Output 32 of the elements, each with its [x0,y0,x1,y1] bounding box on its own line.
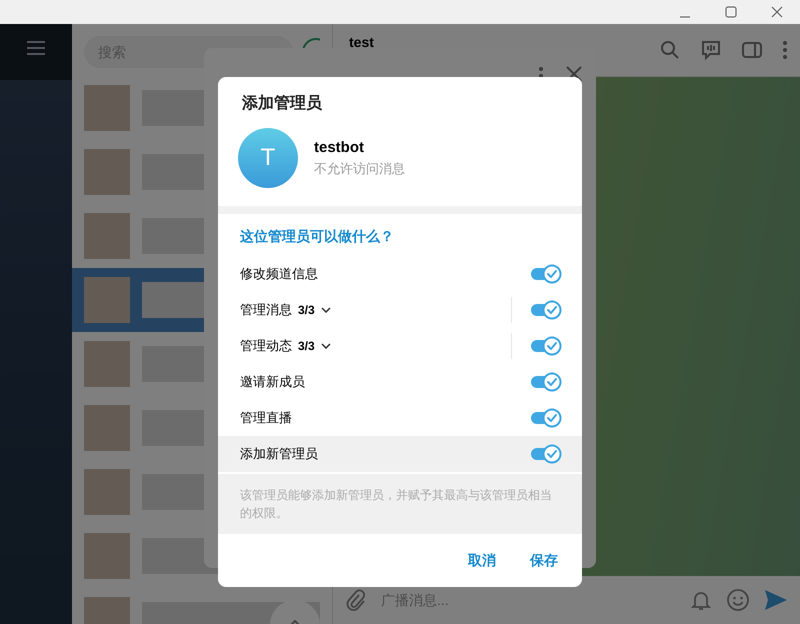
dialog-title: 添加管理员 [241,94,323,114]
cancel-button[interactable]: 取消 [458,544,506,578]
close-icon[interactable] [566,66,582,82]
toggle-switch[interactable] [530,336,562,356]
section-title: 这位管理员可以做什么？ [239,227,395,246]
permission-label: 修改频道信息 [240,265,318,283]
toggle-switch[interactable] [530,372,562,392]
permission-label: 管理直播 [240,409,292,427]
user-status: 不允许访问消息 [314,160,405,178]
toggle-switch[interactable] [530,264,562,284]
chevron-down-icon [320,343,331,349]
permission-group-toggle[interactable]: 管理消息 3/3 [240,301,331,319]
sidebar-icon[interactable] [742,41,762,59]
toggle-switch[interactable] [530,300,562,320]
toggle-switch[interactable] [530,408,562,428]
avatar: T [238,128,298,188]
search-icon[interactable] [660,40,680,60]
chevron-down-icon [320,307,331,313]
send-icon[interactable] [764,589,788,611]
permission-group-toggle[interactable]: 管理动态 3/3 [240,337,331,355]
user-name: testbot [314,138,365,156]
toggle-switch[interactable] [530,444,562,464]
save-button[interactable]: 保存 [520,544,568,578]
permission-label: 添加新管理员 [240,445,318,463]
permission-note: 该管理员能够添加新管理员，并赋予其最高与该管理员相当的权限。 [218,474,582,534]
permission-label: 邀请新成员 [240,373,305,391]
bell-icon[interactable] [690,589,712,611]
comment-icon[interactable] [700,39,722,61]
paperclip-icon[interactable] [345,589,365,611]
chat-title: test [349,34,375,50]
smile-icon[interactable] [726,588,750,612]
menu-icon[interactable] [26,40,46,56]
